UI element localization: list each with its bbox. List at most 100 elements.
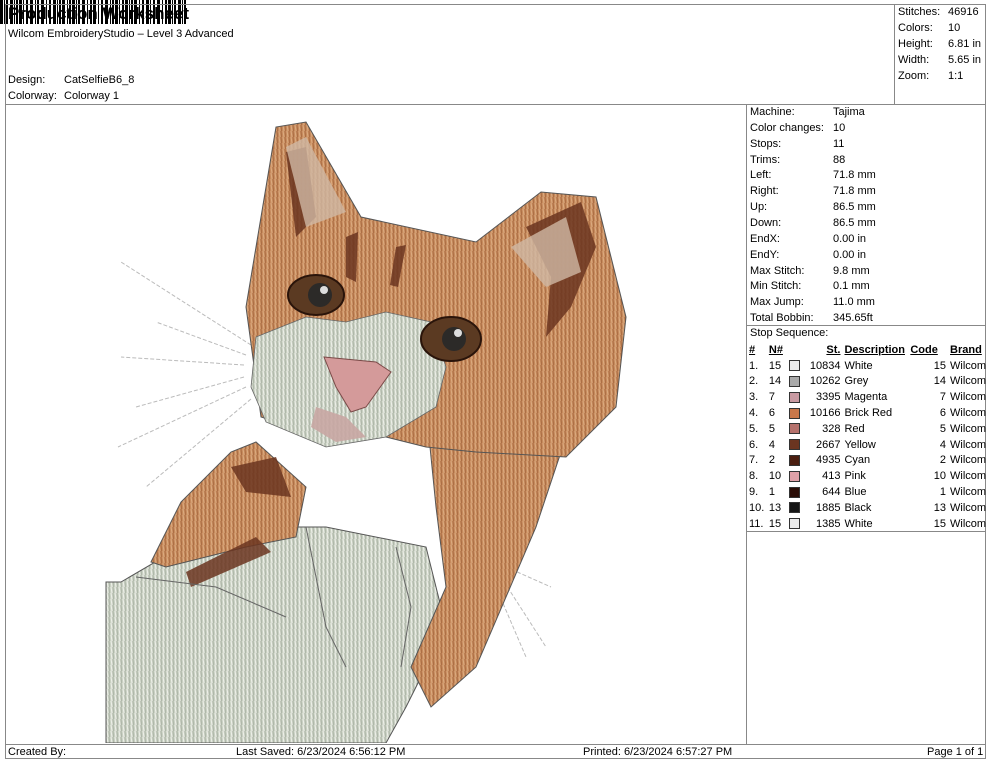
swatch-cell [788, 453, 803, 469]
color-swatch-icon [788, 502, 800, 514]
machine-info-key: Min Stitch: [750, 280, 802, 293]
stop-number: 11. [749, 517, 764, 530]
color-swatch-icon [788, 407, 800, 419]
frame-bottom [5, 758, 986, 759]
swatch-cell [788, 358, 803, 374]
color-description: Black [844, 501, 872, 514]
stitch-count: 3395 [815, 391, 841, 404]
color-code: 7 [939, 391, 947, 404]
swatch-cell [788, 437, 803, 453]
col-header-code: Code [910, 343, 938, 356]
needle-number: 7 [768, 391, 775, 404]
machine-info-value: 0.00 in [833, 232, 867, 245]
machine-info-key: Total Bobbin: [750, 312, 814, 325]
stitch-count: 10262 [809, 375, 841, 388]
summary-value: 46916 [948, 6, 979, 18]
design-label: Design: [8, 74, 46, 86]
color-swatch-icon [788, 470, 800, 482]
stop-number: 5. [749, 422, 759, 435]
thread-brand: Wilcom [950, 517, 987, 530]
created-by: Created By: [8, 746, 67, 758]
color-swatch-icon [788, 376, 800, 388]
stop-number: 6. [749, 438, 759, 451]
panel-divider [746, 104, 747, 745]
color-description: Grey [844, 375, 869, 388]
color-swatch-icon [788, 439, 800, 451]
thread-brand: Wilcom [950, 454, 987, 467]
machine-info-value: 86.5 mm [833, 201, 876, 214]
machine-info-key: Right: [750, 185, 779, 198]
page-number: Page 1 of 1 [927, 746, 984, 758]
swatch-cell [788, 421, 803, 437]
cat-illustration [105, 121, 627, 743]
last-saved: Last Saved: 6/23/2024 6:56:12 PM [236, 746, 406, 758]
needle-number: 1 [768, 486, 775, 499]
table-row: 5. 5 328 Red 5 Wilcom [749, 421, 990, 437]
stitch-count: 1885 [815, 501, 841, 514]
thread-brand: Wilcom [950, 438, 987, 451]
needle-number: 2 [768, 454, 775, 467]
summary-key: Height: [898, 38, 933, 50]
swatch-cell [788, 468, 803, 484]
stitch-count: 413 [822, 470, 841, 483]
summary-key: Zoom: [898, 70, 930, 82]
color-description: Magenta [844, 391, 888, 404]
summary-divider [894, 4, 895, 105]
color-description: Brick Red [844, 407, 893, 420]
stitch-count: 644 [822, 486, 841, 499]
thread-brand: Wilcom [950, 407, 987, 420]
color-code: 14 [933, 375, 947, 388]
col-header-description: Description [844, 343, 905, 356]
col-header-needle: N# [768, 343, 783, 356]
stop-number: 10. [749, 501, 765, 514]
stitch-count: 10166 [809, 407, 841, 420]
stop-sequence-divider [746, 325, 986, 326]
stitch-count: 4935 [815, 454, 841, 467]
barcode-bar [0, 0, 3, 24]
table-row: 9. 1 644 Blue 1 Wilcom [749, 484, 990, 500]
machine-info-key: Machine: [750, 106, 795, 118]
needle-number: 10 [768, 470, 782, 483]
thread-brand: Wilcom [950, 486, 987, 499]
color-swatch-icon [788, 391, 800, 403]
color-code: 15 [933, 359, 947, 372]
machine-info-key: Max Stitch: [750, 264, 805, 277]
stitch-count: 1385 [815, 517, 841, 530]
machine-info-value: 345.65ft [833, 312, 873, 325]
machine-info-value: 71.8 mm [833, 169, 876, 182]
machine-info-value: 11 [833, 137, 845, 150]
table-row: 3. 7 3395 Magenta 7 Wilcom [749, 389, 990, 405]
machine-info-value: 71.8 mm [833, 185, 876, 198]
stop-number: 3. [749, 391, 759, 404]
software-name: Wilcom EmbroideryStudio – Level 3 Advanc… [8, 28, 234, 40]
col-header-swatch [789, 342, 803, 358]
stitch-count: 2667 [815, 438, 841, 451]
color-description: Red [844, 422, 865, 435]
machine-info-key: Up: [750, 201, 768, 214]
machine-info-key: EndX: [750, 232, 780, 245]
color-swatch-icon [788, 455, 800, 467]
color-code: 1 [939, 486, 947, 499]
swatch-cell [788, 500, 803, 516]
color-code: 2 [939, 454, 947, 467]
table-row: 4. 6 10166 Brick Red 6 Wilcom [749, 405, 990, 421]
stop-sequence-title: Stop Sequence: [750, 327, 829, 339]
needle-number: 13 [768, 501, 782, 514]
footer-divider [5, 744, 986, 745]
machine-info-value: 88 [833, 153, 846, 166]
stitch-count: 328 [822, 422, 841, 435]
needle-number: 14 [768, 375, 782, 388]
machine-info-key: EndY: [750, 248, 780, 261]
stitch-count: 10834 [809, 359, 841, 372]
summary-key: Stitches: [898, 6, 941, 18]
summary-value: 5.65 in [948, 54, 982, 66]
swatch-cell [788, 484, 803, 500]
design-value: CatSelfieB6_8 [64, 74, 135, 86]
summary-key: Width: [898, 54, 930, 66]
color-code: 13 [933, 501, 947, 514]
machine-info-key: Color changes: [750, 121, 824, 134]
swatch-cell [788, 389, 803, 405]
color-swatch-icon [788, 423, 800, 435]
needle-number: 5 [768, 422, 775, 435]
machine-info-value: 0.1 mm [833, 280, 870, 293]
